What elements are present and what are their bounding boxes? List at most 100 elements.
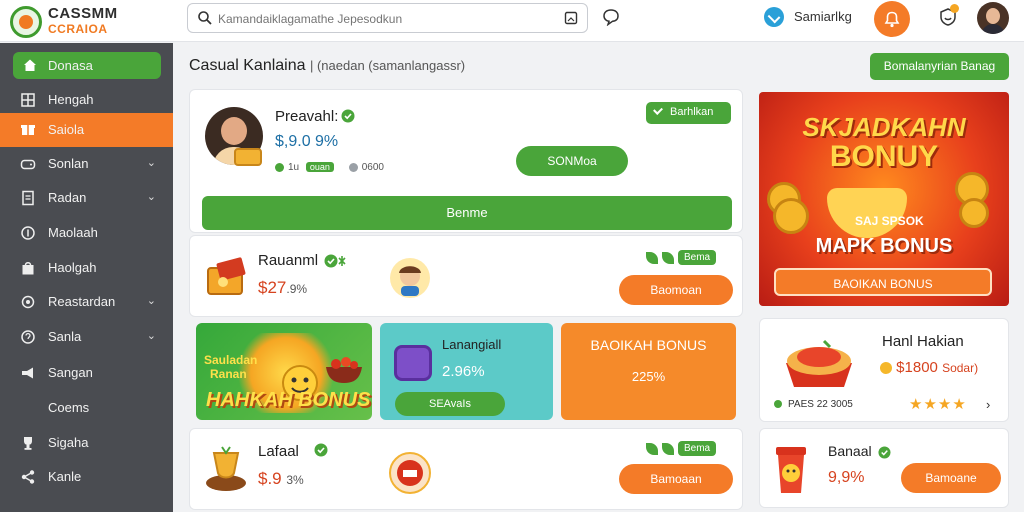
promo-tile-button[interactable]: SEAvaIs [395, 392, 505, 416]
profile-wide-button[interactable]: Benme [202, 196, 732, 230]
logo-title: CASSMM [48, 5, 118, 22]
offer-claim-button[interactable]: Bamoane [901, 463, 1001, 493]
treasure-box-icon [207, 257, 246, 295]
jar-icon [394, 345, 432, 381]
hero-title-line3: MAPK BONUS [815, 235, 953, 257]
cup-icon [776, 447, 806, 493]
sidebar-item-label: Sonlan [48, 156, 89, 171]
header-cta-button[interactable]: Bomalanyrian Banag [870, 53, 1009, 80]
offer-value-main: $1800 [896, 359, 938, 376]
profile-meta-chip: ouan [305, 162, 334, 172]
badge-dot [950, 4, 959, 13]
sidebar-item-haolgah[interactable]: Haolgah [0, 251, 173, 285]
profile-meta: 1u ouan 0600 [275, 162, 384, 173]
promo-tile-bonus[interactable]: Sauladan Ranan HAHKAH BONUS [196, 323, 372, 420]
sidebar-item-label: Maolaah [48, 225, 98, 240]
trophy-bowl-icon [206, 446, 246, 491]
app-logo[interactable]: CASSMM CCRAIOA [10, 4, 175, 38]
sidebar-item-reastardan[interactable]: Reastardan ⌄ [0, 285, 173, 319]
offer-value: 9,9% [828, 469, 865, 486]
profile-balance: $,9.0 9% [275, 133, 339, 150]
offer-title: Hanl Hakian [882, 333, 964, 350]
chevron-down-icon: ⌄ [146, 330, 156, 342]
grid-icon [21, 93, 35, 107]
page-subtitle: | (naedan (samanlangassr) [309, 58, 466, 73]
ticket-icon [389, 452, 431, 494]
promo-tile-title: HAHKAH BONUS [206, 389, 371, 411]
bag-icon [22, 262, 34, 275]
rating-stars: ★★★★ [909, 396, 967, 413]
sidebar-item-donasa[interactable]: Donasa [13, 52, 161, 79]
sidebar-item-saiola[interactable]: Saiola [0, 113, 173, 147]
sidebar-item-sanla[interactable]: Sanla ⌄ [0, 320, 173, 354]
sidebar-item-sonlan[interactable]: Sonlan ⌄ [0, 147, 173, 181]
row-value-small: 3% [286, 473, 304, 487]
sidebar-item-kanle[interactable]: Kanle [0, 460, 173, 494]
row-claim-button[interactable]: Bamoaan [619, 464, 733, 494]
sidebar-item-label: Saiola [48, 122, 85, 137]
notification-button[interactable] [874, 1, 910, 37]
treasure-bowl-graphic [827, 188, 907, 238]
bookmark-icon[interactable] [564, 11, 578, 25]
chevron-down-icon: ⌄ [146, 191, 156, 203]
verified-icon [314, 443, 328, 457]
promo-tile-line1: Sauladan [204, 353, 258, 367]
offer-title: Banaal [828, 443, 892, 459]
help-icon [21, 330, 35, 344]
chat-icon[interactable] [602, 8, 620, 26]
sidebar-item-coems[interactable]: Coems [0, 391, 173, 425]
status-check-icon [764, 7, 784, 27]
leaf-icon [646, 442, 658, 455]
sidebar-item-label: Donasa [48, 58, 93, 73]
offer-meta: PAES 22 3005 [774, 399, 853, 410]
sidebar-item-label: Sanla [48, 329, 82, 344]
profile-meta-b: 0600 [361, 162, 384, 173]
profile-meta-a: 1u [288, 162, 300, 173]
search-icon [198, 11, 212, 25]
sidebar-item-sigaha[interactable]: Sigaha [0, 426, 173, 460]
hero-bonus-banner[interactable]: SKJADKAHN BONUY SAJ SPSOK MAPK BONUS BAO… [759, 92, 1009, 306]
status-dot-icon [348, 162, 358, 172]
logo-subtitle: CCRAIOA [48, 22, 108, 36]
search-input[interactable] [218, 9, 548, 29]
share-icon [21, 470, 35, 484]
chevron-right-icon[interactable]: › [986, 397, 990, 412]
promo-tile-rate[interactable]: Lanangiall 2.96% SEAvaIs [380, 323, 553, 420]
row-value: $27.9% [258, 278, 307, 298]
check-icon [653, 105, 663, 115]
sidebar-item-label: Coems [48, 400, 90, 415]
sidebar-item-label: Reastardan [48, 294, 116, 309]
user-avatar[interactable] [977, 2, 1009, 34]
search-bar[interactable] [187, 3, 588, 33]
megaphone-icon [22, 367, 33, 379]
row-chip: Bema [646, 250, 717, 268]
hero-tag: SAJ SPSOK [855, 214, 924, 228]
sidebar-item-label: Sangan [48, 365, 93, 380]
settings-icon [21, 295, 35, 309]
sidebar-item-radan[interactable]: Radan ⌄ [0, 181, 173, 215]
offer-meta-text: PAES 22 3005 [788, 399, 853, 410]
hero-title-line1: SKJADKAHN [802, 112, 966, 142]
row-claim-button[interactable]: Baomoan [619, 275, 733, 305]
promo-tile-value: 2.96% [442, 363, 485, 380]
promo-tile-orange[interactable]: BAOIKAH BONUS 225% [561, 323, 736, 420]
sidebar-item-maolaah[interactable]: Maolaah [0, 216, 173, 250]
profile-tag-button[interactable]: Barhlkan [646, 102, 731, 124]
rewards-badge[interactable] [938, 4, 959, 32]
sidebar-item-label: Hengah [48, 92, 94, 107]
sidebar-item-hengah[interactable]: Hengah [0, 83, 173, 117]
promo-tile-title: BAOIKAH BONUS [590, 337, 707, 353]
offer-title-text: Banaal [828, 443, 872, 459]
hero-title-line2: BONUY [829, 140, 939, 173]
sidebar-item-sangan[interactable]: Sangan [0, 356, 173, 390]
profile-action-button[interactable]: SONMoa [516, 146, 628, 176]
pie-dish-icon [786, 339, 852, 387]
offer-value: $1800 Sodar) [880, 359, 978, 376]
row-title: Rauanml [258, 252, 319, 269]
promo-tile-title: Lanangiall [442, 337, 502, 352]
chevron-down-icon: ⌄ [146, 157, 156, 169]
hero-cta-button[interactable]: BAOIKAN BONUS [774, 268, 992, 296]
fruit-bowl-icon [326, 357, 362, 383]
offer-card[interactable]: Hanl Hakian $1800 Sodar) PAES 22 3005 ★★… [759, 318, 1009, 422]
sidebar: Donasa Hengah Saiola Sonlan ⌄ Radan ⌄ Ma… [0, 43, 173, 512]
